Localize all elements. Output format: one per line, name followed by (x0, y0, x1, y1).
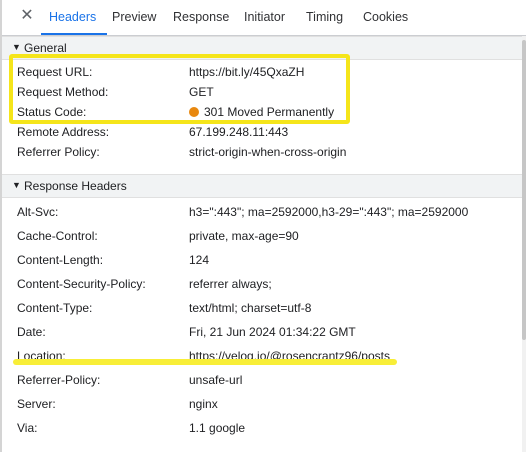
header-row: Content-Length: 124 (2, 251, 522, 271)
header-value: 67.199.248.11:443 (189, 125, 289, 139)
header-value: referrer always; (189, 277, 272, 291)
header-value: private, max-age=90 (189, 229, 299, 243)
header-row: Alt-Svc: h3=":443"; ma=2592000,h3-29=":4… (2, 203, 522, 223)
header-row: Server: nginx (2, 395, 522, 415)
highlight-box-annotation (9, 54, 350, 124)
header-name: Date: (17, 325, 46, 339)
tab-headers[interactable]: Headers (49, 10, 96, 24)
header-row: Referrer Policy: strict-origin-when-cros… (2, 143, 522, 163)
header-row: Via: 1.1 google (2, 419, 522, 439)
tab-cookies[interactable]: Cookies (363, 10, 408, 24)
header-name: Cache-Control: (17, 229, 98, 243)
close-icon[interactable]: ✕ (20, 8, 34, 24)
header-value: 124 (189, 253, 210, 267)
header-name: Content-Length: (17, 253, 104, 267)
header-value: strict-origin-when-cross-origin (189, 145, 347, 159)
header-name: Content-Security-Policy: (17, 277, 146, 291)
header-row: Date: Fri, 21 Jun 2024 01:34:22 GMT (2, 323, 522, 343)
active-tab-indicator (41, 33, 107, 35)
header-row: Referrer-Policy: unsafe-url (2, 371, 522, 391)
header-row: Cache-Control: private, max-age=90 (2, 227, 522, 247)
header-value: nginx (189, 397, 218, 411)
section-title: General (24, 41, 67, 55)
triangle-down-icon[interactable]: ▼ (12, 180, 21, 190)
scrollbar-thumb[interactable] (522, 40, 526, 340)
header-row: Content-Security-Policy: referrer always… (2, 275, 522, 295)
section-title: Response Headers (24, 179, 127, 193)
header-name: Alt-Svc: (17, 205, 59, 219)
highlight-underline-annotation (13, 359, 397, 365)
header-name: Referrer-Policy: (17, 373, 101, 387)
header-value: 1.1 google (189, 421, 246, 435)
tab-preview[interactable]: Preview (112, 10, 156, 24)
header-name: Referrer Policy: (17, 145, 100, 159)
tab-timing[interactable]: Timing (306, 10, 343, 24)
header-row: Content-Type: text/html; charset=utf-8 (2, 299, 522, 319)
header-name: Content-Type: (17, 301, 93, 315)
header-row: Remote Address: 67.199.248.11:443 (2, 123, 522, 143)
header-value: Fri, 21 Jun 2024 01:34:22 GMT (189, 325, 356, 339)
tab-response[interactable]: Response (173, 10, 229, 24)
tab-initiator[interactable]: Initiator (244, 10, 285, 24)
header-value: text/html; charset=utf-8 (189, 301, 312, 315)
tab-bar: ✕ Headers Preview Response Initiator Tim… (2, 0, 526, 36)
header-name: Remote Address: (17, 125, 110, 139)
header-name: Server: (17, 397, 56, 411)
header-value: h3=":443"; ma=2592000,h3-29=":443"; ma=2… (189, 205, 469, 219)
triangle-down-icon[interactable]: ▼ (12, 42, 21, 52)
response-headers-section-header[interactable]: ▼ Response Headers (2, 174, 522, 198)
header-name: Via: (17, 421, 38, 435)
header-value: unsafe-url (189, 373, 243, 387)
